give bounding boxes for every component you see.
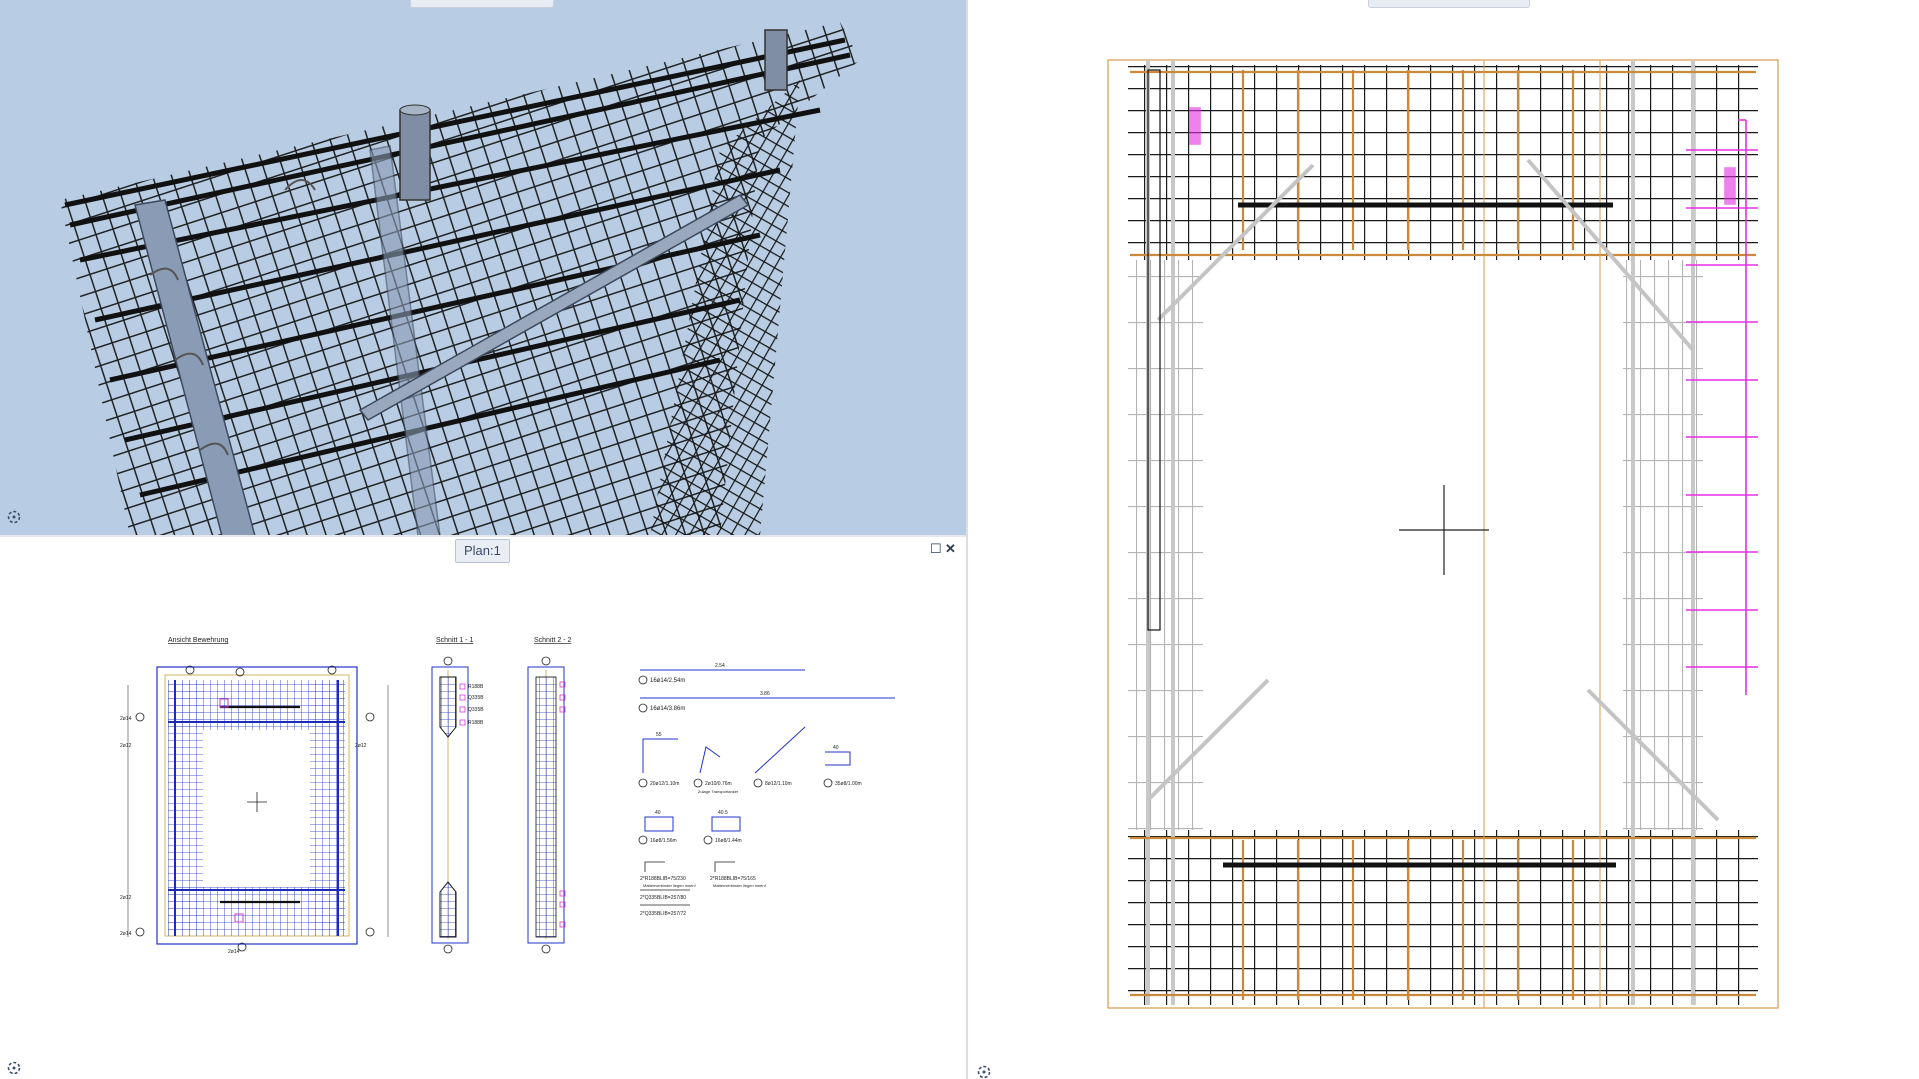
rebar-cage-3d-model[interactable] — [0, 0, 966, 536]
rebar-cage-top-view[interactable] — [968, 0, 1919, 1079]
mesh-label: 2*R188BLIB=75/165 — [710, 876, 756, 882]
view-title-section-2: Schnitt 2 - 2 — [534, 637, 571, 644]
bar-label: 20ø12/1.10m — [650, 781, 679, 787]
bar-mark: 2ø12 — [355, 743, 367, 749]
bar-label: 16ø14/2.54m — [650, 678, 685, 684]
bar-dim: 40.5 — [718, 810, 728, 816]
close-icon[interactable]: ✕ — [945, 542, 956, 555]
bar-mark: 2ø14 — [120, 716, 132, 722]
bar-label: 16ø14/3.86m — [650, 706, 685, 712]
bar-note: Zulage Transportanker — [698, 789, 739, 794]
bar-dim: 40 — [655, 810, 661, 816]
navigation-compass-icon[interactable] — [7, 1061, 21, 1075]
mesh-schedule: 2*R188BLIB=75/230 Mattenverbinder liegen… — [640, 861, 766, 917]
viewport-3d-tab[interactable] — [410, 0, 554, 8]
section-1-1-view: R188B Q335B Q335B R188B — [431, 656, 484, 954]
bar-mark: 2ø12 — [120, 895, 132, 901]
reinforcement-drawing-sheet: Ansicht Bewehrung Schnitt 1 - 1 Schnitt … — [120, 637, 895, 955]
mesh-note: Mattenverbinder liegen innen! — [643, 883, 696, 888]
viewport-top-tab[interactable] — [1368, 0, 1530, 8]
mesh-label: 2*Q335BLIB=257/80 — [640, 895, 686, 901]
bar-label: 16ø8/1.56m — [650, 838, 677, 844]
bar-schedule: 2.54 16ø14/2.54m 3.86 16ø14/3.86m 55 20ø… — [638, 663, 895, 845]
navigation-compass-icon[interactable] — [7, 510, 21, 524]
elevation-view: 2ø14 2ø12 2ø12 2ø12 2ø14 2ø14 — [120, 665, 389, 955]
mesh-label: 2*R188BLIB=75/230 — [640, 876, 686, 882]
bar-label: 2ø10/0.76m — [705, 781, 732, 787]
bar-dim: 55 — [656, 732, 662, 738]
section-2-2-view — [527, 656, 566, 954]
viewport-3d[interactable] — [0, 0, 966, 536]
section-label: R188B — [468, 720, 484, 726]
viewport-top-view[interactable] — [968, 0, 1919, 1079]
bar-dim: 3.86 — [760, 691, 770, 697]
plan-viewport[interactable]: Plan:1 ☐ ✕ Ansicht Bewehrung Schnitt 1 -… — [0, 537, 966, 1079]
bar-dim: 40 — [833, 745, 839, 751]
bar-dim: 2.54 — [715, 663, 725, 669]
mesh-label: 2*Q335BLIB=257/72 — [640, 911, 686, 917]
view-title-section-1: Schnitt 1 - 1 — [436, 637, 473, 644]
mesh-note: Mattenverbinder liegen innen! — [713, 883, 766, 888]
maximize-icon[interactable]: ☐ — [930, 542, 942, 555]
bar-label: 8ø12/1.10m — [765, 781, 792, 787]
bar-mark: 2ø14 — [120, 931, 132, 937]
bar-label: 16ø8/1.44m — [715, 838, 742, 844]
section-label: R188B — [468, 684, 484, 690]
section-label: Q335B — [468, 695, 484, 701]
view-title-elevation: Ansicht Bewehrung — [168, 637, 228, 644]
bar-mark: 2ø12 — [120, 743, 132, 749]
bar-mark: 2ø14 — [228, 949, 240, 955]
section-label: Q335B — [468, 707, 484, 713]
bar-label: 35ø8/1.00m — [835, 781, 862, 787]
crosshair-cursor — [1399, 485, 1489, 575]
navigation-compass-icon[interactable] — [977, 1065, 991, 1079]
tab-plan[interactable]: Plan:1 — [455, 539, 510, 563]
